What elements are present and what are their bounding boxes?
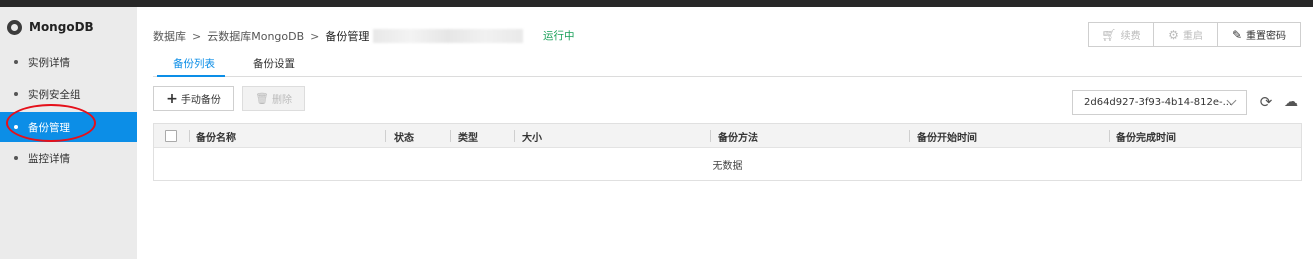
column-divider bbox=[1109, 130, 1110, 142]
manual-backup-button[interactable]: + 手动备份 bbox=[153, 86, 234, 111]
delete-label: 删除 bbox=[271, 95, 292, 106]
breadcrumb-item-mongodb[interactable]: 云数据库MongoDB bbox=[207, 28, 304, 44]
column-backup-start-time[interactable]: 备份开始时间 bbox=[917, 129, 977, 144]
column-type[interactable]: 类型 bbox=[458, 129, 478, 144]
column-divider bbox=[514, 130, 515, 142]
breadcrumb-item-database[interactable]: 数据库 bbox=[153, 28, 186, 44]
sidebar-item-monitoring[interactable]: 监控详情 bbox=[0, 143, 137, 173]
renew-button[interactable]: 🛒︎ 续费 bbox=[1088, 22, 1154, 47]
mongodb-logo-icon bbox=[7, 19, 22, 35]
header-actions: 🛒︎ 续费 ⚙︎ 重启 ✎ 重置密码 bbox=[1088, 22, 1301, 47]
tab-backup-list[interactable]: 备份列表 bbox=[173, 56, 215, 71]
restart-label: 重启 bbox=[1182, 31, 1203, 42]
column-divider bbox=[385, 130, 386, 142]
trash-icon: 🗑︎ bbox=[255, 92, 269, 105]
renew-label: 续费 bbox=[1120, 31, 1141, 42]
restart-icon: ⚙︎ bbox=[1168, 27, 1179, 42]
column-divider bbox=[189, 130, 190, 142]
column-size[interactable]: 大小 bbox=[522, 129, 542, 144]
sidebar-item-security-group[interactable]: 实例安全组 bbox=[0, 79, 137, 109]
column-backup-name[interactable]: 备份名称 bbox=[196, 129, 236, 144]
breadcrumb: 数据库 > 云数据库MongoDB > 备份管理 bbox=[153, 28, 524, 44]
column-divider bbox=[909, 130, 910, 142]
edit-icon: ✎ bbox=[1231, 27, 1243, 42]
table-header: 备份名称 状态 类型 大小 备份方法 备份开始时间 备份完成时间 bbox=[154, 124, 1301, 148]
active-tab-indicator bbox=[157, 75, 225, 77]
column-backup-end-time[interactable]: 备份完成时间 bbox=[1116, 129, 1176, 144]
empty-state: 无数据 bbox=[712, 160, 743, 172]
breadcrumb-current: 备份管理 bbox=[325, 30, 370, 43]
brand-title: MongoDB bbox=[29, 20, 94, 34]
cart-icon: 🛒︎ bbox=[1101, 27, 1117, 42]
instance-select[interactable]: 2d64d927-3f93-4b14-812e-... bbox=[1072, 90, 1247, 115]
column-backup-method[interactable]: 备份方法 bbox=[718, 129, 758, 144]
breadcrumb-separator: > bbox=[310, 29, 320, 43]
sidebar-item-label: 实例安全组 bbox=[28, 88, 81, 101]
tab-bar: 备份列表 备份设置 bbox=[153, 53, 1302, 77]
top-bar bbox=[0, 0, 1313, 7]
plus-icon: + bbox=[166, 90, 178, 107]
tab-backup-settings[interactable]: 备份设置 bbox=[253, 56, 295, 71]
breadcrumb-separator: > bbox=[192, 29, 202, 43]
bullet-icon bbox=[14, 156, 18, 160]
column-status[interactable]: 状态 bbox=[394, 129, 414, 144]
cloud-download-icon[interactable]: ☁︎ bbox=[1282, 94, 1300, 110]
sidebar-item-label: 实例详情 bbox=[28, 56, 70, 69]
column-divider bbox=[710, 130, 711, 142]
refresh-icon[interactable]: ⟳ bbox=[1258, 94, 1274, 110]
brand: MongoDB bbox=[7, 18, 94, 36]
reset-password-label: 重置密码 bbox=[1246, 31, 1287, 42]
redacted-instance-name bbox=[373, 29, 524, 43]
sidebar-item-label: 监控详情 bbox=[28, 152, 70, 165]
sidebar: MongoDB 实例详情 实例安全组 备份管理 监控详情 bbox=[0, 7, 137, 259]
instance-select-value: 2d64d927-3f93-4b14-812e-... bbox=[1084, 97, 1233, 108]
bullet-icon bbox=[14, 60, 18, 64]
bullet-icon bbox=[14, 92, 18, 96]
column-divider bbox=[450, 130, 451, 142]
status-badge: 运行中 bbox=[543, 30, 575, 42]
sidebar-item-instance-details[interactable]: 实例详情 bbox=[0, 47, 137, 77]
select-all-checkbox[interactable] bbox=[165, 130, 177, 142]
reset-password-button[interactable]: ✎ 重置密码 bbox=[1217, 22, 1301, 47]
sidebar-item-backup-management[interactable]: 备份管理 bbox=[0, 112, 137, 142]
delete-button[interactable]: 🗑︎ 删除 bbox=[242, 86, 305, 111]
restart-button[interactable]: ⚙︎ 重启 bbox=[1153, 22, 1218, 47]
manual-backup-label: 手动备份 bbox=[180, 95, 221, 106]
bullet-icon bbox=[14, 125, 18, 129]
backup-table: 备份名称 状态 类型 大小 备份方法 备份开始时间 备份完成时间 无数据 bbox=[153, 123, 1302, 181]
sidebar-item-label: 备份管理 bbox=[28, 121, 70, 134]
